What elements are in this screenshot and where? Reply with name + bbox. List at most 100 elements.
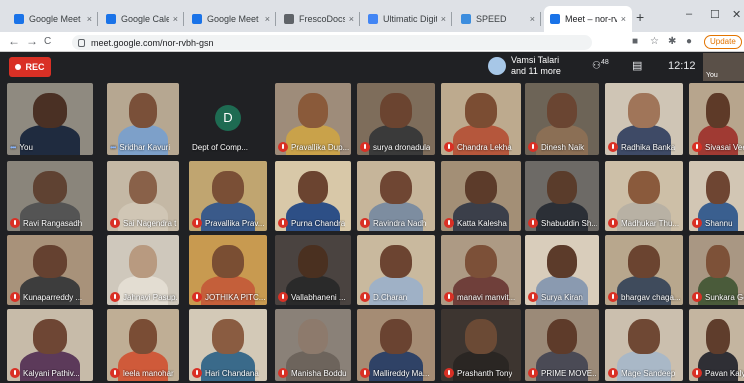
participant-tile[interactable]: Jahnavi Pasup... (107, 235, 179, 305)
back-icon[interactable]: ← (8, 34, 20, 48)
tab-close-icon[interactable]: × (441, 14, 446, 24)
browser-tab[interactable]: Ultimatic Digital × (362, 6, 452, 32)
browser-tab[interactable]: Google Meet × (186, 6, 276, 32)
participant-tile[interactable]: Manisha Boddu (275, 309, 351, 381)
participant-tile[interactable]: manavi manvit... (441, 235, 521, 305)
mic-off-icon (360, 292, 370, 302)
participant-tile[interactable]: Prashanth Tony (441, 309, 521, 381)
browser-address-bar: ← → C meet.google.com/nor-rvbh-gsn ■ ☆ ✱… (0, 32, 744, 52)
browser-tab[interactable]: Google Meet × (8, 6, 98, 32)
participant-video-face (547, 244, 577, 279)
participant-tile[interactable]: Sunkara Geetha (689, 235, 744, 305)
participant-tile[interactable]: Shabuddin Sh... (525, 161, 599, 231)
browser-tab[interactable]: Google Calendar × (100, 6, 184, 32)
participant-video-face (212, 244, 244, 279)
participant-tile[interactable]: ••• You (7, 83, 93, 155)
browser-tab[interactable]: SPEED × (455, 6, 541, 32)
participant-tile[interactable]: Pravallika Prav... (189, 161, 267, 231)
participant-tile[interactable]: Sai Nagendra t... (107, 161, 179, 231)
participant-label: Pravallika Dup... (278, 142, 349, 152)
mic-off-icon (608, 218, 618, 228)
participant-tile[interactable]: Pavan Kalyan ... (689, 309, 744, 381)
participant-name: Mallireddy Ma... (373, 368, 430, 378)
participant-tile[interactable]: Katta Kalesha (441, 161, 521, 231)
participant-tile[interactable]: Madhukar Thu... (605, 161, 683, 231)
lock-icon (78, 38, 85, 47)
tab-close-icon[interactable]: × (621, 14, 626, 24)
extensions-icon[interactable]: ✱ (668, 36, 676, 47)
participant-tile[interactable]: Chandra Lekha (441, 83, 521, 155)
people-button[interactable]: ⚇48 (592, 59, 609, 71)
participant-tile[interactable]: Mage Sandeep (605, 309, 683, 381)
participant-tile[interactable]: Dinesh Naik (525, 83, 599, 155)
url-field[interactable]: meet.google.com/nor-rvbh-gsn (72, 35, 592, 50)
participant-tile[interactable]: leela manohar (107, 309, 179, 381)
tab-separator (540, 12, 541, 26)
record-dot-icon (15, 64, 22, 70)
participant-tile[interactable]: Kunaparreddy ... (7, 235, 93, 305)
tab-close-icon[interactable]: × (173, 14, 178, 24)
forward-icon[interactable]: → (26, 34, 38, 48)
tab-close-icon[interactable]: × (530, 14, 535, 24)
participant-tile[interactable]: JOTHIKA PITC... (189, 235, 267, 305)
participant-tile[interactable]: ••• Sridhar Kavuri (107, 83, 179, 155)
window-close-icon[interactable]: ✕ (732, 8, 741, 21)
participant-name: D.Charan (373, 292, 408, 302)
reload-icon[interactable]: C (44, 36, 51, 47)
participant-video-face (628, 319, 660, 354)
window-maximize-icon[interactable]: ☐ (710, 8, 720, 21)
participant-tile[interactable]: Mallireddy Ma... (357, 309, 435, 381)
recording-indicator: REC (9, 57, 51, 77)
participant-label: JOTHIKA PITC... (192, 292, 265, 302)
participant-name: Kunaparreddy ... (23, 292, 83, 302)
camera-icon[interactable]: ■ (632, 36, 638, 47)
participant-tile[interactable]: Vallabhaneni ... (275, 235, 351, 305)
participant-tile[interactable]: D Dept of Comp... (189, 83, 267, 155)
participant-tile[interactable]: Sivasai Veerla (689, 83, 744, 155)
self-view-thumbnail[interactable]: You (703, 53, 744, 81)
participant-tile[interactable]: Pravallika Dup... (275, 83, 351, 155)
participant-name: Pavan Kalyan ... (705, 368, 744, 378)
tab-label: SPEED (476, 14, 507, 24)
tab-separator (97, 12, 98, 26)
update-button[interactable]: Update (704, 35, 742, 49)
profile-icon[interactable]: ● (686, 36, 692, 47)
participant-tile[interactable]: Surya Kiran (525, 235, 599, 305)
participant-name: Purna Chandra (291, 218, 346, 228)
tab-close-icon[interactable]: × (265, 14, 270, 24)
tab-close-icon[interactable]: × (87, 14, 92, 24)
participant-tile[interactable]: Hari Chandana (189, 309, 267, 381)
participant-video-face (380, 93, 412, 128)
participant-video-face (706, 319, 730, 354)
participant-video-face (380, 319, 412, 354)
participant-label: Katta Kalesha (444, 218, 519, 228)
participant-tile[interactable]: Shannu (689, 161, 744, 231)
participant-name: leela manohar (123, 368, 174, 378)
participant-name: Jahnavi Pasup... (123, 292, 177, 302)
participant-tile[interactable]: bhargav chaga... (605, 235, 683, 305)
participant-label: Shabuddin Sh... (528, 218, 597, 228)
star-icon[interactable]: ☆ (650, 36, 659, 47)
presenter-info[interactable]: Vamsi Talari and 11 more (488, 55, 561, 77)
participant-tile[interactable]: Ravi Rangasadh (7, 161, 93, 231)
participant-video-face (128, 170, 158, 205)
participant-tile[interactable]: surya dronadula (357, 83, 435, 155)
participant-name: Prashanth Tony (457, 368, 513, 378)
participant-tile[interactable]: Purna Chandra (275, 161, 351, 231)
participant-tile[interactable]: Kalyani Pathiv... (7, 309, 93, 381)
participant-tile[interactable]: PRIME MOVE... (525, 309, 599, 381)
tab-label: Ultimatic Digital (383, 14, 437, 24)
participant-tile[interactable]: Ravindra Nadh (357, 161, 435, 231)
presenter-more: and 11 more (511, 66, 561, 76)
browser-tab[interactable]: Meet – nor-rvbh × (544, 6, 632, 32)
window-minimize-icon[interactable]: – (686, 8, 692, 20)
tab-close-icon[interactable]: × (349, 14, 354, 24)
new-tab-icon[interactable]: + (636, 9, 644, 25)
participant-name: Sridhar Kavuri (119, 143, 171, 152)
participant-tile[interactable]: D.Charan (357, 235, 435, 305)
browser-tab[interactable]: FrescoDocs × (278, 6, 360, 32)
chat-icon[interactable]: ▤ (632, 59, 642, 72)
mic-off-icon (608, 292, 618, 302)
participant-tile[interactable]: Radhika Banka (605, 83, 683, 155)
participant-label: bhargav chaga... (608, 292, 681, 302)
